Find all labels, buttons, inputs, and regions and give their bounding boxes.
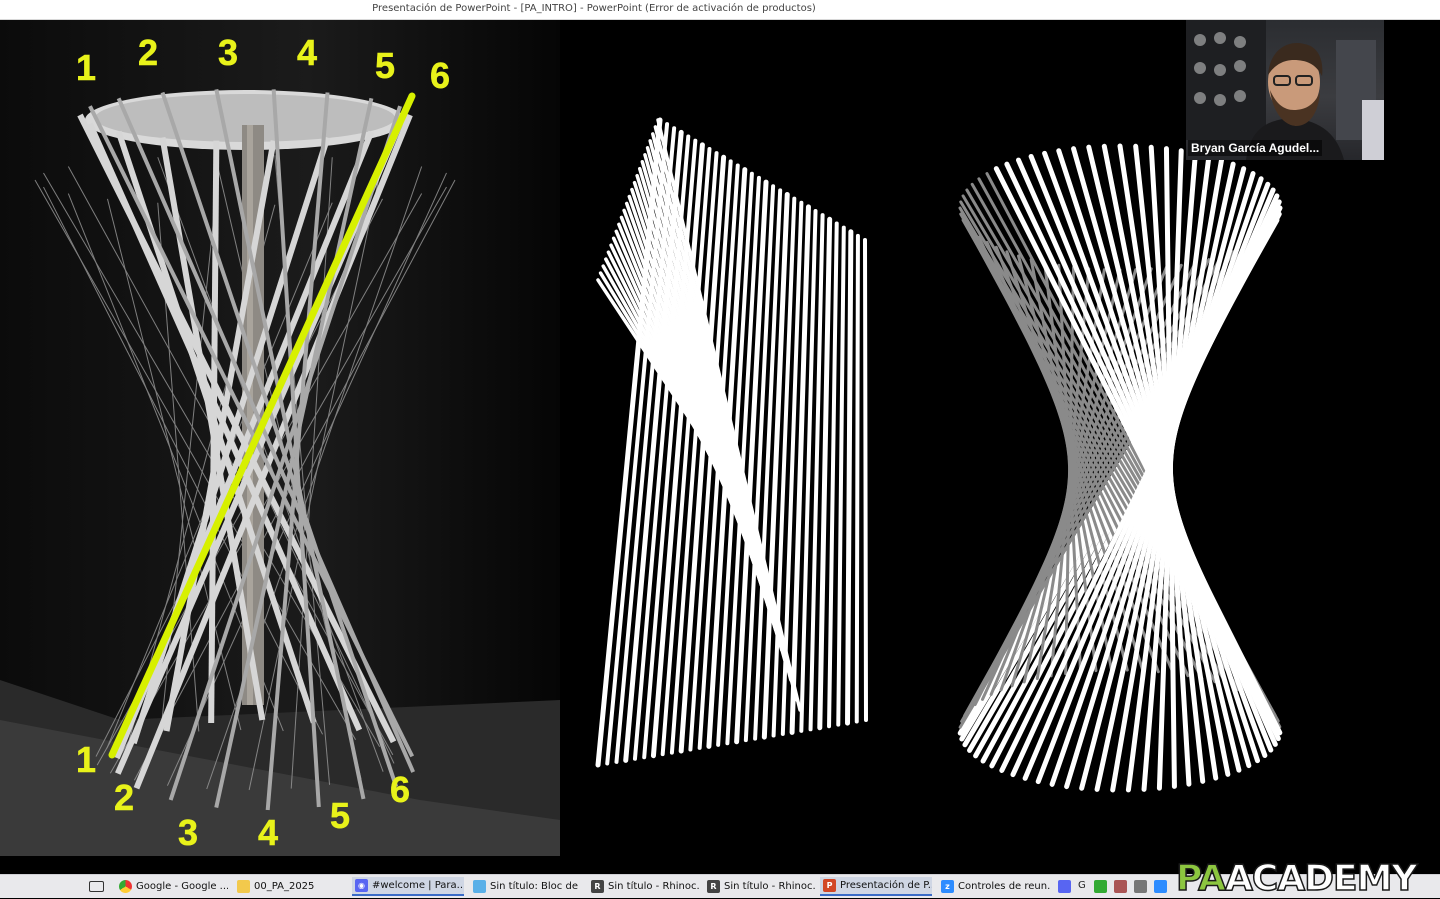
label-bottom-3: 3 [178, 812, 198, 853]
tray-app-icon[interactable] [1094, 880, 1107, 893]
taskbar-item-powerpoint[interactable]: P Presentación de P... [820, 877, 932, 896]
powerpoint-icon: P [823, 879, 836, 892]
label-top-6: 6 [430, 55, 450, 96]
label-top-4: 4 [297, 32, 317, 73]
tray-app-icon-2[interactable] [1114, 880, 1127, 893]
task-view-icon [89, 881, 104, 892]
taskbar-item-rhino-2[interactable]: R Sin título - Rhinoc... [704, 877, 816, 896]
taskbar-item-folder[interactable]: 00_PA_2025 [234, 877, 346, 896]
render-twisted-square [595, 117, 868, 768]
participant-name: Bryan García Agudel... [1188, 140, 1323, 156]
rhino-icon: R [591, 880, 604, 893]
label-top-5: 5 [375, 45, 395, 86]
label-bottom-5: 5 [330, 795, 350, 836]
taskbar-item-notepad[interactable]: Sin título: Bloc de ... [470, 877, 582, 896]
chrome-icon [119, 880, 132, 893]
participant-video[interactable]: Bryan García Agudel... [1186, 20, 1384, 160]
label-top-2: 2 [138, 32, 158, 73]
title-bar: Presentación de PowerPoint - [PA_INTRO] … [0, 0, 1440, 20]
presentation-slide: 1 2 3 4 5 6 1 2 3 4 5 6 Bryan García Agu… [0, 20, 1440, 858]
tray-zoom-icon[interactable] [1154, 880, 1167, 893]
taskbar-item-discord[interactable]: ◉ #welcome | Para... [352, 877, 464, 896]
tray-text[interactable]: G [1078, 880, 1086, 891]
tray-discord-icon[interactable] [1058, 880, 1071, 893]
label-bottom-6: 6 [390, 769, 410, 810]
label-bottom-2: 2 [114, 777, 134, 818]
zoom-icon: z [941, 880, 954, 893]
task-view-button[interactable] [86, 877, 110, 896]
taskbar-item-rhino-1[interactable]: R Sin título - Rhinoc... [588, 877, 700, 896]
notepad-icon [473, 880, 486, 893]
label-bottom-1: 1 [76, 739, 96, 780]
label-top-3: 3 [218, 32, 238, 73]
label-bottom-4: 4 [258, 812, 278, 853]
render-hyperboloid [957, 143, 1283, 793]
model-photo: 1 2 3 4 5 6 1 2 3 4 5 6 [0, 20, 560, 856]
window-title: Presentación de PowerPoint - [PA_INTRO] … [372, 3, 816, 14]
pa-academy-logo: PA ACADEMY [1175, 858, 1418, 899]
tray-app-icon-3[interactable] [1134, 880, 1147, 893]
rhino-icon: R [707, 880, 720, 893]
discord-icon: ◉ [355, 879, 368, 892]
taskbar-item-zoom[interactable]: z Controles de reun... [938, 877, 1050, 896]
taskbar-item-chrome[interactable]: Google - Google ... [116, 877, 228, 896]
folder-icon [237, 880, 250, 893]
label-top-1: 1 [76, 47, 96, 88]
